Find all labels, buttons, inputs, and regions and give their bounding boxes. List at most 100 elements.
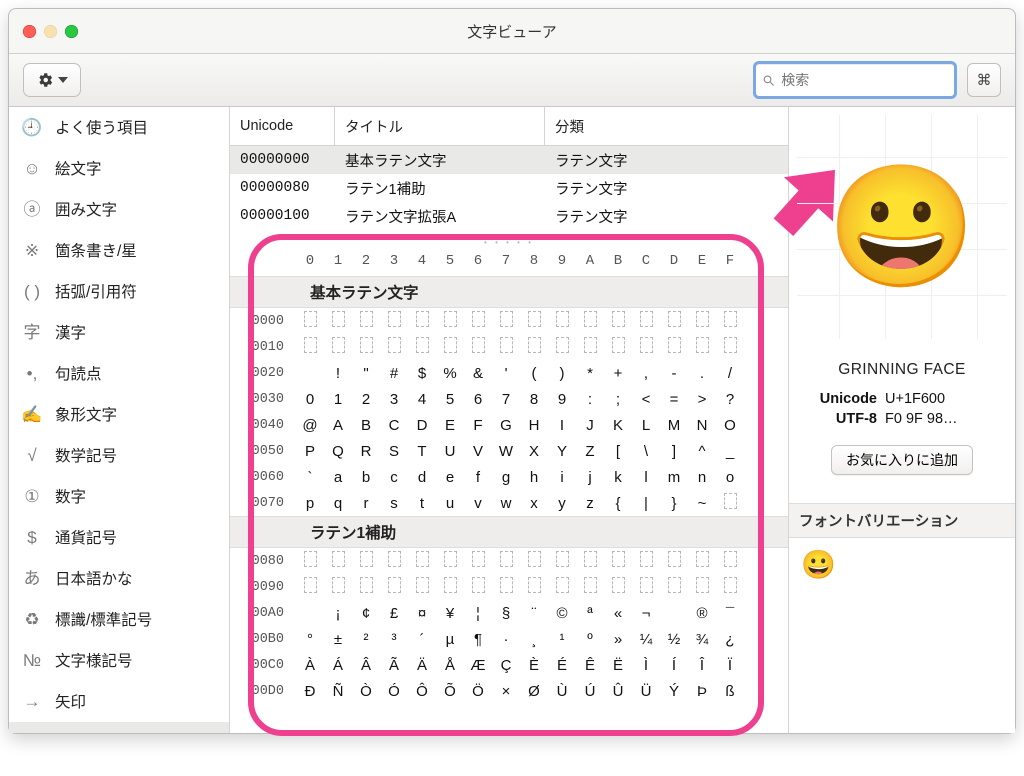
sidebar-item-9[interactable]: ①数字 <box>9 476 229 517</box>
char-cell[interactable] <box>688 551 716 571</box>
char-cell[interactable]: ¾ <box>688 631 716 648</box>
char-cell[interactable] <box>520 551 548 571</box>
char-cell[interactable]: 5 <box>436 391 464 408</box>
col-unicode[interactable]: Unicode <box>230 107 335 145</box>
char-cell[interactable] <box>492 311 520 331</box>
char-cell[interactable] <box>688 337 716 357</box>
char-cell[interactable]: ´ <box>408 631 436 648</box>
char-cell[interactable]: / <box>716 365 744 382</box>
char-cell[interactable]: C <box>380 417 408 434</box>
char-cell[interactable]: Ò <box>352 683 380 700</box>
char-cell[interactable]: Ó <box>380 683 408 700</box>
char-cell[interactable]: Ý <box>660 683 688 700</box>
char-cell[interactable] <box>408 337 436 357</box>
char-cell[interactable] <box>380 337 408 357</box>
char-cell[interactable] <box>408 551 436 571</box>
char-cell[interactable]: F <box>464 417 492 434</box>
char-cell[interactable]: a <box>324 469 352 486</box>
char-cell[interactable] <box>576 577 604 597</box>
char-cell[interactable] <box>352 577 380 597</box>
char-cell[interactable]: Ñ <box>324 683 352 700</box>
char-cell[interactable]: É <box>548 657 576 674</box>
char-cell[interactable]: E <box>436 417 464 434</box>
char-cell[interactable] <box>520 311 548 331</box>
char-cell[interactable]: ( <box>520 365 548 382</box>
search-field[interactable] <box>753 61 957 99</box>
char-cell[interactable]: ^ <box>688 443 716 460</box>
sidebar-item-8[interactable]: √数学記号 <box>9 435 229 476</box>
char-cell[interactable]: L <box>632 417 660 434</box>
char-cell[interactable] <box>380 577 408 597</box>
char-cell[interactable]: B <box>352 417 380 434</box>
char-cell[interactable]: ; <box>604 391 632 408</box>
char-cell[interactable]: ! <box>324 365 352 382</box>
char-cell[interactable]: Þ <box>688 683 716 700</box>
sidebar-item-7[interactable]: ✍象形文字 <box>9 394 229 435</box>
char-cell[interactable]: b <box>352 469 380 486</box>
char-cell[interactable]: Ð <box>296 683 324 700</box>
char-cell[interactable] <box>576 337 604 357</box>
char-cell[interactable]: W <box>492 443 520 460</box>
char-cell[interactable]: n <box>688 469 716 486</box>
sidebar-item-0[interactable]: 🕘よく使う項目 <box>9 107 229 148</box>
char-cell[interactable] <box>632 551 660 571</box>
char-cell[interactable]: Ã <box>380 657 408 674</box>
char-cell[interactable]: « <box>604 605 632 622</box>
char-cell[interactable] <box>660 551 688 571</box>
char-cell[interactable]: ] <box>660 443 688 460</box>
char-cell[interactable]: Ä <box>408 657 436 674</box>
char-cell[interactable] <box>464 311 492 331</box>
char-cell[interactable]: r <box>352 495 380 512</box>
char-cell[interactable]: O <box>716 417 744 434</box>
char-cell[interactable]: ¨ <box>520 605 548 622</box>
char-cell[interactable]: < <box>632 391 660 408</box>
char-cell[interactable]: z <box>576 495 604 512</box>
char-cell[interactable]: ~ <box>688 495 716 512</box>
char-cell[interactable]: ) <box>548 365 576 382</box>
char-cell[interactable]: s <box>380 495 408 512</box>
char-cell[interactable] <box>296 311 324 331</box>
char-cell[interactable]: " <box>352 365 380 382</box>
char-cell[interactable] <box>520 337 548 357</box>
char-cell[interactable]: 7 <box>492 391 520 408</box>
category-sidebar[interactable]: 🕘よく使う項目☺絵文字ⓐ囲み文字※箇条書き/星( )括弧/引用符字漢字•,句読点… <box>9 107 230 733</box>
char-cell[interactable]: ½ <box>660 631 688 648</box>
char-cell[interactable]: È <box>520 657 548 674</box>
char-cell[interactable] <box>324 337 352 357</box>
char-cell[interactable]: ¥ <box>436 605 464 622</box>
char-cell[interactable]: Â <box>352 657 380 674</box>
char-cell[interactable] <box>492 337 520 357</box>
char-cell[interactable] <box>576 311 604 331</box>
char-cell[interactable] <box>548 337 576 357</box>
char-cell[interactable] <box>408 577 436 597</box>
sidebar-item-11[interactable]: あ日本語かな <box>9 558 229 599</box>
char-cell[interactable]: Æ <box>464 657 492 674</box>
char-cell[interactable]: º <box>576 631 604 648</box>
char-cell[interactable] <box>660 577 688 597</box>
char-cell[interactable] <box>464 577 492 597</box>
char-cell[interactable]: m <box>660 469 688 486</box>
char-cell[interactable]: Z <box>576 443 604 460</box>
actions-menu-button[interactable] <box>23 63 81 97</box>
char-cell[interactable]: J <box>576 417 604 434</box>
char-cell[interactable]: Ô <box>408 683 436 700</box>
table-row[interactable]: 00000000基本ラテン文字ラテン文字 <box>230 146 788 174</box>
char-cell[interactable]: _ <box>716 443 744 460</box>
char-cell[interactable]: U <box>436 443 464 460</box>
char-cell[interactable]: Ï <box>716 657 744 674</box>
char-cell[interactable] <box>296 337 324 357</box>
char-cell[interactable]: v <box>464 495 492 512</box>
char-cell[interactable]: µ <box>436 631 464 648</box>
char-cell[interactable]: Y <box>548 443 576 460</box>
char-cell[interactable]: ¹ <box>548 631 576 648</box>
char-cell[interactable]: 0 <box>296 391 324 408</box>
char-cell[interactable]: + <box>604 365 632 382</box>
sidebar-item-1[interactable]: ☺絵文字 <box>9 148 229 189</box>
char-cell[interactable]: Ö <box>464 683 492 700</box>
sidebar-item-3[interactable]: ※箇条書き/星 <box>9 230 229 271</box>
char-cell[interactable]: % <box>436 365 464 382</box>
search-input[interactable] <box>779 71 948 89</box>
char-cell[interactable] <box>660 311 688 331</box>
char-cell[interactable]: Ø <box>520 683 548 700</box>
char-cell[interactable]: À <box>296 657 324 674</box>
